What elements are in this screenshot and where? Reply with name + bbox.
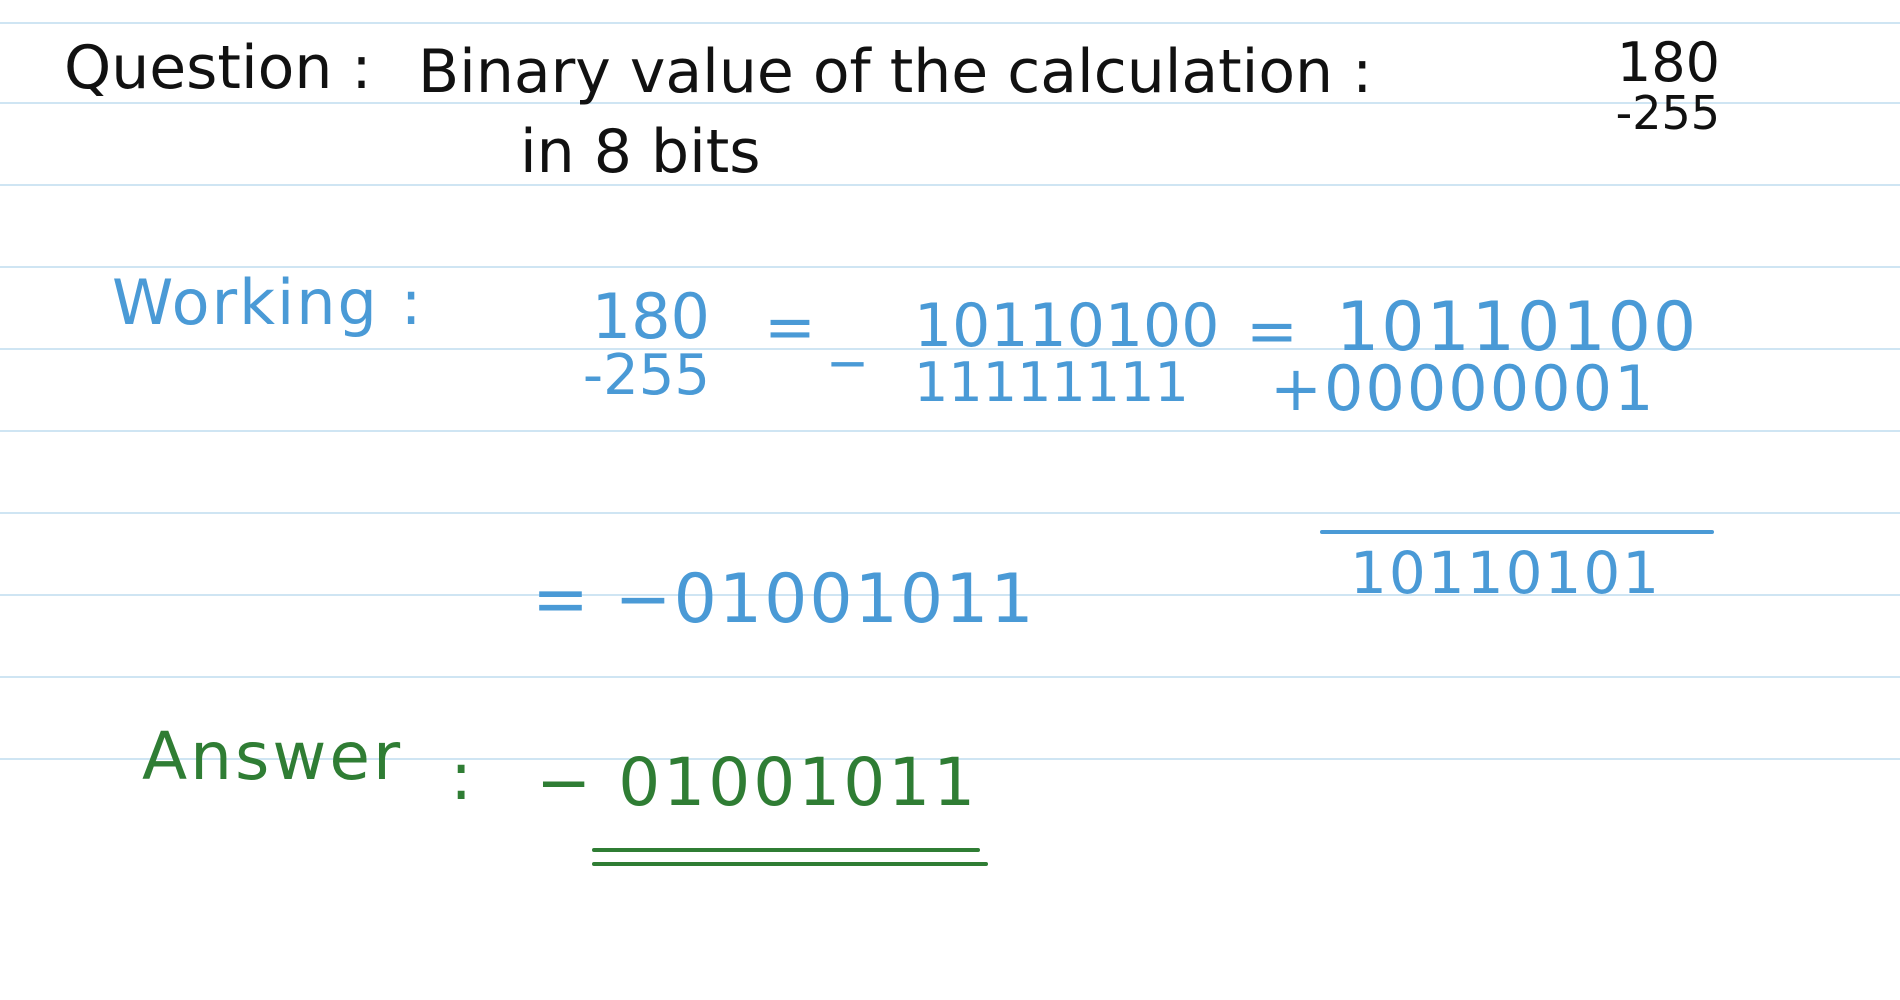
answer-underline-1 bbox=[592, 848, 980, 852]
question-text-line2: in 8 bits bbox=[520, 117, 761, 187]
working-result: = −01001011 bbox=[532, 560, 1036, 639]
ruled-line bbox=[0, 512, 1900, 514]
notebook-page: Question : Binary value of the calculati… bbox=[0, 0, 1900, 1000]
answer-value: − 01001011 bbox=[536, 744, 979, 821]
working-denominator: -255 bbox=[582, 343, 710, 408]
ruled-line bbox=[0, 676, 1900, 678]
question-text-line1: Binary value of the calculation : bbox=[418, 37, 1373, 107]
ruled-line bbox=[0, 22, 1900, 24]
working-binary-numerator: 10110100 bbox=[914, 291, 1220, 361]
working-minus: _ bbox=[832, 294, 865, 367]
question-numerator: 180 bbox=[1616, 31, 1720, 94]
question-fraction: 180 -255 bbox=[1540, 31, 1720, 140]
addition-second-row: +00000001 bbox=[1270, 352, 1656, 425]
ruled-line bbox=[0, 184, 1900, 186]
answer-underline-2 bbox=[592, 862, 988, 866]
question-denominator: -255 bbox=[1615, 86, 1720, 140]
working-label: Working : bbox=[112, 266, 424, 339]
addition-rule bbox=[1320, 530, 1714, 534]
working-binary-denominator: 11111111 bbox=[914, 351, 1189, 414]
working-binary-fraction: 10110100 11111111 bbox=[914, 296, 1224, 410]
working-equals-1: = bbox=[764, 290, 818, 363]
ruled-line bbox=[0, 430, 1900, 432]
answer-colon: : bbox=[450, 738, 476, 815]
working-numerator: 180 bbox=[591, 280, 710, 353]
answer-label: Answer bbox=[142, 718, 404, 795]
question-label: Question : bbox=[64, 33, 372, 103]
working-fraction: 180 -255 bbox=[480, 286, 710, 404]
addition-result-row: 10110101 bbox=[1350, 539, 1662, 607]
